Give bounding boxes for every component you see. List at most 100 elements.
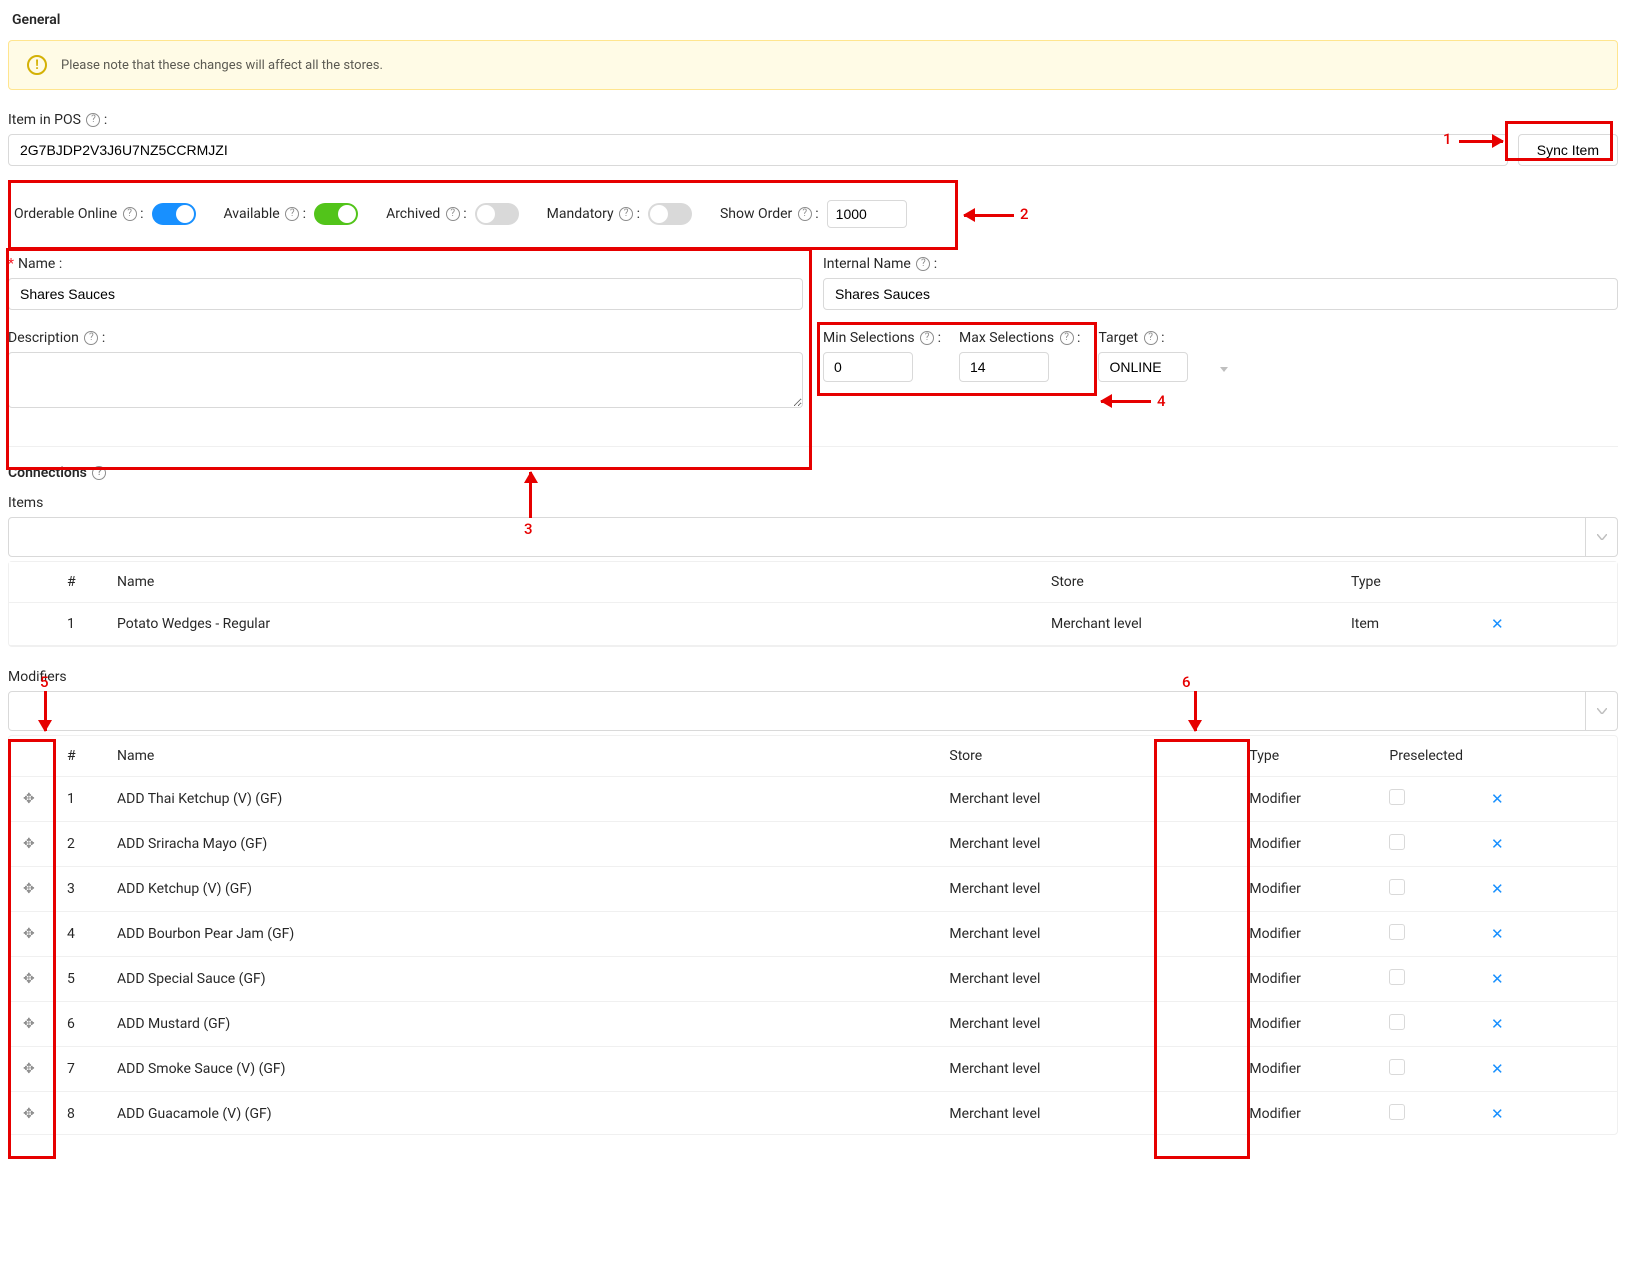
min-selections-input[interactable] <box>823 352 913 382</box>
drag-handle-icon[interactable]: ✥ <box>9 867 53 912</box>
drag-handle-icon[interactable]: ✥ <box>9 957 53 1002</box>
chevron-down-icon <box>1585 692 1617 730</box>
internal-name-input[interactable] <box>823 278 1618 310</box>
archived-label: Archived ? : <box>386 206 467 222</box>
row-type: Modifier <box>1235 1047 1375 1092</box>
preselected-checkbox[interactable] <box>1389 789 1405 805</box>
row-name: ADD Guacamole (V) (GF) <box>103 1092 935 1136</box>
remove-button[interactable]: ✕ <box>1491 790 1504 808</box>
help-icon[interactable]: ? <box>446 207 460 221</box>
row-type: Modifier <box>1235 1092 1375 1136</box>
items-picker[interactable] <box>8 517 1618 557</box>
remove-button[interactable]: ✕ <box>1491 835 1504 853</box>
min-selections-label: Min Selections ? : <box>823 330 941 346</box>
table-row: ✥5ADD Special Sauce (GF)Merchant levelMo… <box>9 957 1617 1002</box>
remove-button[interactable]: ✕ <box>1491 880 1504 898</box>
modifiers-picker[interactable] <box>8 691 1618 731</box>
preselected-checkbox[interactable] <box>1389 1059 1405 1075</box>
help-icon[interactable]: ? <box>619 207 633 221</box>
max-selections-input[interactable] <box>959 352 1049 382</box>
preselected-checkbox[interactable] <box>1389 969 1405 985</box>
row-type: Modifier <box>1235 912 1375 957</box>
annotation-4: 4 <box>1157 392 1166 410</box>
connections-heading: Connections ? <box>8 465 1618 481</box>
remove-button[interactable]: ✕ <box>1491 1060 1504 1078</box>
orderable-online-toggle[interactable] <box>152 203 196 225</box>
drag-handle-icon[interactable]: ✥ <box>9 912 53 957</box>
preselected-checkbox[interactable] <box>1389 924 1405 940</box>
available-toggle[interactable] <box>314 203 358 225</box>
drag-handle-icon[interactable]: ✥ <box>9 777 53 822</box>
row-num: 8 <box>53 1092 103 1136</box>
description-label: Description ? : <box>8 330 803 346</box>
col-type: Type <box>1337 562 1477 603</box>
archived-toggle[interactable] <box>475 203 519 225</box>
help-icon[interactable]: ? <box>1060 331 1074 345</box>
help-icon[interactable]: ? <box>84 331 98 345</box>
description-input[interactable] <box>8 352 803 408</box>
table-row: ✥2ADD Sriracha Mayo (GF)Merchant levelMo… <box>9 822 1617 867</box>
row-store: Merchant level <box>935 822 1235 867</box>
row-name: ADD Bourbon Pear Jam (GF) <box>103 912 935 957</box>
available-label: Available ? : <box>224 206 307 222</box>
mandatory-label: Mandatory ? : <box>547 206 640 222</box>
col-type: Type <box>1235 736 1375 777</box>
table-row: 1Potato Wedges - RegularMerchant levelIt… <box>9 603 1617 646</box>
col-hash: # <box>53 562 103 603</box>
row-store: Merchant level <box>935 957 1235 1002</box>
preselected-checkbox[interactable] <box>1389 879 1405 895</box>
row-num: 4 <box>53 912 103 957</box>
warning-alert: ! Please note that these changes will af… <box>8 40 1618 90</box>
help-icon[interactable]: ? <box>92 466 106 480</box>
max-selections-label: Max Selections ? : <box>959 330 1080 346</box>
general-heading: General <box>12 12 1618 28</box>
name-input[interactable] <box>8 278 803 310</box>
row-type: Modifier <box>1235 822 1375 867</box>
show-order-input[interactable] <box>827 200 907 228</box>
target-select[interactable] <box>1098 352 1188 382</box>
row-store: Merchant level <box>935 1047 1235 1092</box>
preselected-checkbox[interactable] <box>1389 1014 1405 1030</box>
row-name: ADD Special Sauce (GF) <box>103 957 935 1002</box>
row-type: Modifier <box>1235 957 1375 1002</box>
remove-button[interactable]: ✕ <box>1491 1015 1504 1033</box>
preselected-checkbox[interactable] <box>1389 834 1405 850</box>
col-store: Store <box>935 736 1235 777</box>
remove-button[interactable]: ✕ <box>1491 615 1504 633</box>
show-order-label: Show Order ? : <box>720 206 819 222</box>
row-name: Potato Wedges - Regular <box>103 603 1037 646</box>
help-icon[interactable]: ? <box>798 207 812 221</box>
drag-handle-icon[interactable]: ✥ <box>9 1047 53 1092</box>
table-row: ✥1ADD Thai Ketchup (V) (GF)Merchant leve… <box>9 777 1617 822</box>
internal-name-label: Internal Name ? : <box>823 256 1618 272</box>
col-name: Name <box>103 562 1037 603</box>
item-in-pos-input[interactable] <box>8 134 1508 166</box>
drag-handle-icon[interactable]: ✥ <box>9 822 53 867</box>
row-num: 7 <box>53 1047 103 1092</box>
help-icon[interactable]: ? <box>1144 331 1158 345</box>
row-name: ADD Mustard (GF) <box>103 1002 935 1047</box>
row-type: Modifier <box>1235 867 1375 912</box>
remove-button[interactable]: ✕ <box>1491 1105 1504 1123</box>
sync-item-button[interactable]: Sync Item <box>1518 134 1618 166</box>
mandatory-toggle[interactable] <box>648 203 692 225</box>
help-icon[interactable]: ? <box>123 207 137 221</box>
items-table: # Name Store Type 1Potato Wedges - Regul… <box>9 562 1617 646</box>
name-label: *Name : <box>8 256 803 272</box>
row-name: ADD Sriracha Mayo (GF) <box>103 822 935 867</box>
table-row: ✥6ADD Mustard (GF)Merchant levelModifier… <box>9 1002 1617 1047</box>
drag-handle-icon[interactable]: ✥ <box>9 1092 53 1136</box>
row-store: Merchant level <box>1037 603 1337 646</box>
drag-handle-icon[interactable]: ✥ <box>9 1002 53 1047</box>
help-icon[interactable]: ? <box>86 113 100 127</box>
help-icon[interactable]: ? <box>916 257 930 271</box>
row-type: Modifier <box>1235 777 1375 822</box>
help-icon[interactable]: ? <box>285 207 299 221</box>
row-num: 1 <box>53 777 103 822</box>
remove-button[interactable]: ✕ <box>1491 925 1504 943</box>
help-icon[interactable]: ? <box>920 331 934 345</box>
remove-button[interactable]: ✕ <box>1491 970 1504 988</box>
modifiers-table: # Name Store Type Preselected ✥1ADD Thai… <box>9 736 1617 1135</box>
table-row: ✥8ADD Guacamole (V) (GF)Merchant levelMo… <box>9 1092 1617 1136</box>
preselected-checkbox[interactable] <box>1389 1104 1405 1120</box>
